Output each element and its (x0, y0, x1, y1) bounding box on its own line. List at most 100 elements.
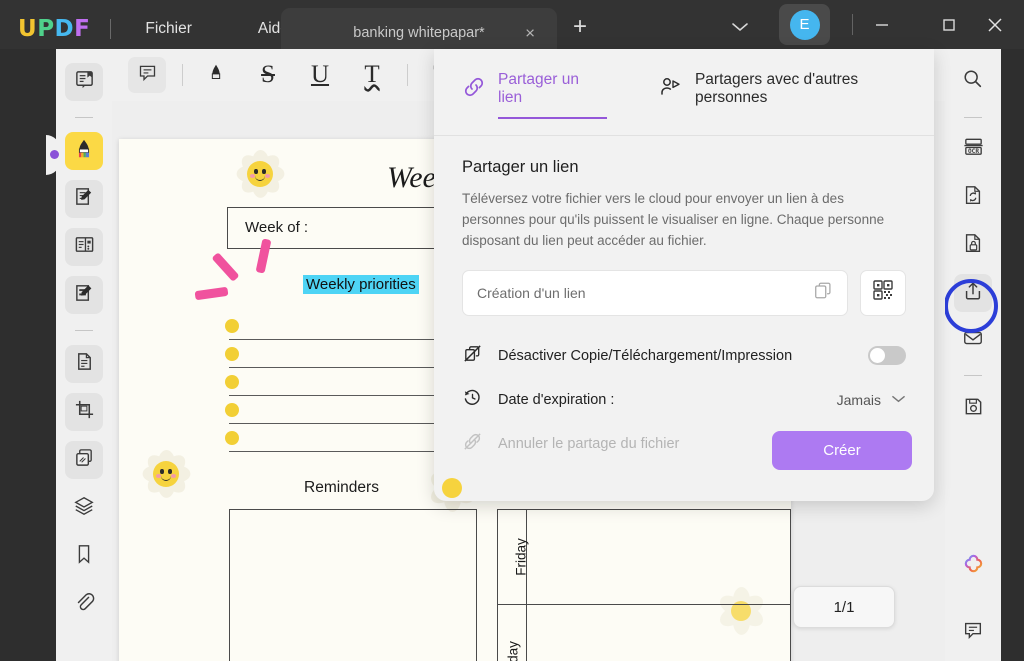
share-panel-tabs: Partager un lien Partagers avec d'autres… (434, 49, 934, 107)
bookmark-icon (74, 543, 94, 570)
link-input-placeholder: Création d'un lien (477, 285, 586, 301)
sidebar-item-layers[interactable] (65, 489, 103, 527)
day-cell: Friday (497, 509, 791, 605)
minimize-button[interactable] (860, 8, 904, 42)
page-indicator[interactable]: 1/1 (793, 586, 895, 628)
maximize-button[interactable] (927, 8, 971, 42)
strikethrough-icon: S (261, 61, 275, 89)
pink-ray-decoration-icon (211, 252, 239, 282)
comment-icon (137, 62, 158, 88)
floppy-save-icon (963, 396, 984, 422)
envelope-icon (962, 327, 984, 354)
daisy-decoration-icon (225, 139, 295, 209)
right-item-protect[interactable] (954, 227, 992, 265)
rail-indicator-dot-icon (50, 150, 59, 159)
week-of-label: Week of : (245, 219, 308, 236)
history-clock-icon (462, 387, 483, 413)
day-label: day (505, 641, 520, 661)
document-lines-icon (74, 351, 95, 377)
right-item-ai-assistant[interactable] (954, 548, 992, 586)
priority-bullet-icon (225, 431, 239, 445)
svg-text:OCR: OCR (967, 148, 978, 155)
logo-letter-f: F (74, 16, 90, 42)
pages-panel-icon (74, 234, 95, 260)
qr-code-icon (872, 279, 894, 306)
expiration-value[interactable]: Jamais (837, 392, 881, 408)
day-cell: day (497, 604, 791, 661)
row-disable-copy[interactable]: Désactiver Copie/Téléchargement/Impressi… (462, 334, 906, 378)
chevron-down-icon[interactable] (731, 20, 749, 38)
days-column: Friday day (497, 509, 791, 661)
comment-icon (962, 619, 984, 646)
tab-share-people[interactable]: Partagers avec d'autres personnes (659, 71, 934, 107)
tool-comment[interactable] (128, 57, 166, 93)
rail-divider (75, 117, 93, 118)
avatar: E (790, 10, 820, 40)
sidebar-item-convert-doc[interactable] (65, 345, 103, 383)
link-input-row: Création d'un lien (462, 270, 906, 316)
highlighter-icon (205, 62, 227, 89)
squiggly-underline-icon: T (364, 61, 379, 89)
window-close-button[interactable] (973, 8, 1017, 42)
share-panel-description: Téléversez votre fichier vers le cloud p… (462, 189, 906, 252)
right-item-email[interactable] (954, 322, 992, 360)
logo-letter-d: D (55, 16, 75, 42)
sidebar-item-attachments[interactable] (65, 585, 103, 623)
qr-code-button[interactable] (860, 270, 906, 316)
sidebar-item-highlight-tool[interactable] (65, 132, 103, 170)
window-right-gutter (1001, 49, 1024, 661)
document-tab-title: banking whitepapar* (353, 25, 484, 41)
ai-flower-icon (961, 552, 986, 582)
book-reader-icon (74, 69, 95, 95)
updf-application-window: UPDF Fichier Aide banking whitepapar* × … (0, 0, 1024, 661)
priority-bullet-icon (225, 347, 239, 361)
copy-icon[interactable] (813, 280, 833, 305)
right-item-convert[interactable] (954, 179, 992, 217)
layers-icon (73, 495, 95, 522)
share-people-icon (659, 75, 683, 104)
rail-divider (964, 117, 982, 118)
share-panel-divider (434, 135, 934, 136)
updf-logo: UPDF (18, 16, 90, 42)
sidebar-item-edit-pdf[interactable] (65, 276, 103, 314)
right-item-search[interactable] (954, 63, 992, 101)
highlighter-icon (73, 138, 95, 165)
sidebar-item-bookmarks[interactable] (65, 537, 103, 575)
link-icon (462, 75, 486, 104)
right-item-feedback[interactable] (954, 613, 992, 651)
active-tab-underline (498, 117, 607, 120)
create-link-button[interactable]: Créer (772, 431, 912, 470)
disable-copy-toggle[interactable] (868, 346, 906, 365)
sidebar-item-compare-pages[interactable] (65, 441, 103, 479)
unlink-icon (462, 431, 483, 457)
left-toolbar (56, 49, 112, 661)
daisy-decoration-icon (131, 439, 201, 509)
menu-fichier[interactable]: Fichier (131, 14, 206, 44)
paperclip-icon (73, 591, 95, 618)
convert-file-icon (962, 184, 984, 211)
account-avatar-button[interactable]: E (779, 4, 830, 45)
tool-strikethrough[interactable]: S (249, 57, 287, 93)
tool-squiggly-underline[interactable]: T (353, 57, 391, 93)
ocr-icon: OCR (962, 136, 985, 164)
tool-underline[interactable]: U (301, 57, 339, 93)
right-item-save[interactable] (954, 390, 992, 428)
weekly-priorities-highlight: Weekly priorities (303, 275, 419, 294)
right-item-ocr[interactable]: OCR (954, 132, 992, 170)
row-expiration-date[interactable]: Date d'expiration : Jamais (462, 378, 906, 422)
close-icon[interactable]: × (525, 25, 535, 42)
sidebar-item-reader-mode[interactable] (65, 63, 103, 101)
sidebar-item-crop-page[interactable] (65, 393, 103, 431)
tool-highlight[interactable] (197, 57, 235, 93)
link-input[interactable]: Création d'un lien (462, 270, 848, 316)
rail-divider (75, 330, 93, 331)
new-tab-button[interactable]: + (573, 15, 587, 39)
lock-document-icon (962, 232, 984, 259)
sidebar-item-organize-pages[interactable] (65, 228, 103, 266)
right-item-share[interactable] (954, 274, 992, 312)
chevron-down-icon[interactable] (891, 391, 906, 409)
logo-letter-p: P (37, 16, 54, 42)
tab-share-link[interactable]: Partager un lien (462, 71, 607, 107)
priority-bullet-icon (225, 319, 239, 333)
sidebar-item-annotate-tool[interactable] (65, 180, 103, 218)
